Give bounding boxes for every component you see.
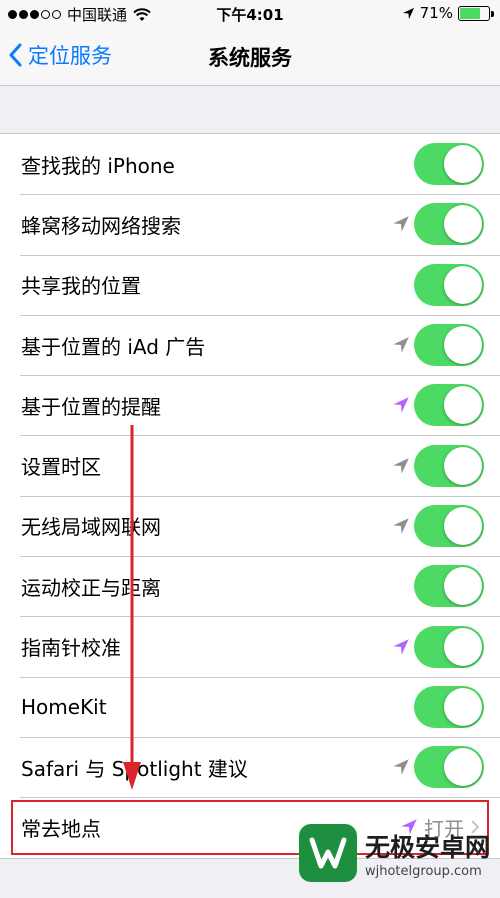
- settings-row: 运动校正与距离: [0, 556, 500, 616]
- toggle-switch[interactable]: [414, 685, 484, 728]
- status-right: 71%: [402, 4, 494, 22]
- toggle-switch[interactable]: [414, 263, 484, 306]
- settings-row-label: Safari 与 Spotlight 建议: [21, 756, 248, 781]
- toggle-switch[interactable]: [414, 143, 484, 186]
- toggle-knob: [444, 446, 482, 485]
- settings-row: 指南针校准: [0, 616, 500, 676]
- battery-percent: 71%: [419, 4, 453, 22]
- toggle-knob: [444, 567, 482, 606]
- settings-row: 设置时区: [0, 435, 500, 495]
- page-title: 系统服务: [208, 46, 292, 70]
- location-arrow-icon: [393, 759, 409, 775]
- settings-row-label: 基于位置的 iAd 广告: [21, 334, 206, 359]
- location-arrow-icon: [393, 397, 409, 414]
- settings-row: 共享我的位置: [0, 254, 500, 315]
- settings-row: HomeKit: [0, 676, 500, 737]
- toggle-switch[interactable]: [414, 324, 484, 367]
- toggle-knob: [444, 145, 482, 184]
- toggle-knob: [444, 265, 482, 304]
- settings-row-label: 蜂窝移动网络搜索: [21, 213, 181, 238]
- status-bar: 中国联通 下午4:01 71%: [0, 0, 500, 28]
- toggle-switch[interactable]: [414, 384, 484, 427]
- toggle-switch[interactable]: [414, 504, 484, 547]
- toggle-switch[interactable]: [414, 565, 484, 608]
- toggle-knob: [444, 506, 482, 545]
- toggle-knob: [444, 386, 482, 425]
- settings-row: 基于位置的 iAd 广告: [0, 314, 500, 375]
- navigation-bar: 定位服务 系统服务: [0, 28, 500, 86]
- settings-row-label: 设置时区: [21, 455, 101, 480]
- toggle-knob: [444, 748, 482, 787]
- location-arrow-icon: [393, 638, 409, 655]
- settings-row: 基于位置的提醒: [0, 375, 500, 435]
- settings-row: Safari 与 Spotlight 建议: [0, 736, 500, 797]
- settings-row-label: 无线局域网联网: [21, 515, 161, 540]
- toggle-switch[interactable]: [414, 444, 484, 487]
- settings-row: 蜂窝移动网络搜索: [0, 194, 500, 254]
- toggle-switch[interactable]: [414, 203, 484, 246]
- location-services-icon: [402, 7, 414, 19]
- settings-row-label: 基于位置的提醒: [21, 394, 161, 419]
- location-arrow-icon: [393, 457, 409, 474]
- settings-row-label: 运动校正与距离: [21, 575, 161, 600]
- settings-row: 查找我的 iPhone: [0, 134, 500, 194]
- toggle-knob: [444, 687, 482, 726]
- settings-row-label: 共享我的位置: [21, 274, 141, 299]
- watermark: 无极安卓网 wjhotelgroup.com: [298, 824, 490, 882]
- watermark-url: wjhotelgroup.com: [364, 863, 482, 879]
- toggle-knob: [444, 205, 482, 244]
- toggle-knob: [444, 326, 482, 365]
- settings-row-label: 指南针校准: [21, 636, 121, 661]
- settings-row: 无线局域网联网: [0, 495, 500, 556]
- system-services-list: 查找我的 iPhone 蜂窝移动网络搜索 共享我的位置基于位置的 iAd 广告 基于位…: [0, 133, 500, 859]
- watermark-name: 无极安卓网: [364, 832, 490, 862]
- location-arrow-icon: [393, 337, 409, 353]
- toggle-switch[interactable]: [414, 746, 484, 789]
- battery-level: [460, 7, 480, 19]
- toggle-knob: [444, 627, 482, 666]
- settings-row-label: HomeKit: [21, 694, 107, 719]
- settings-row-label: 查找我的 iPhone: [21, 153, 175, 178]
- toggle-switch[interactable]: [414, 625, 484, 668]
- watermark-logo: [298, 824, 357, 882]
- location-arrow-icon: [393, 518, 409, 534]
- battery-icon: [458, 5, 494, 21]
- location-arrow-icon: [393, 216, 409, 233]
